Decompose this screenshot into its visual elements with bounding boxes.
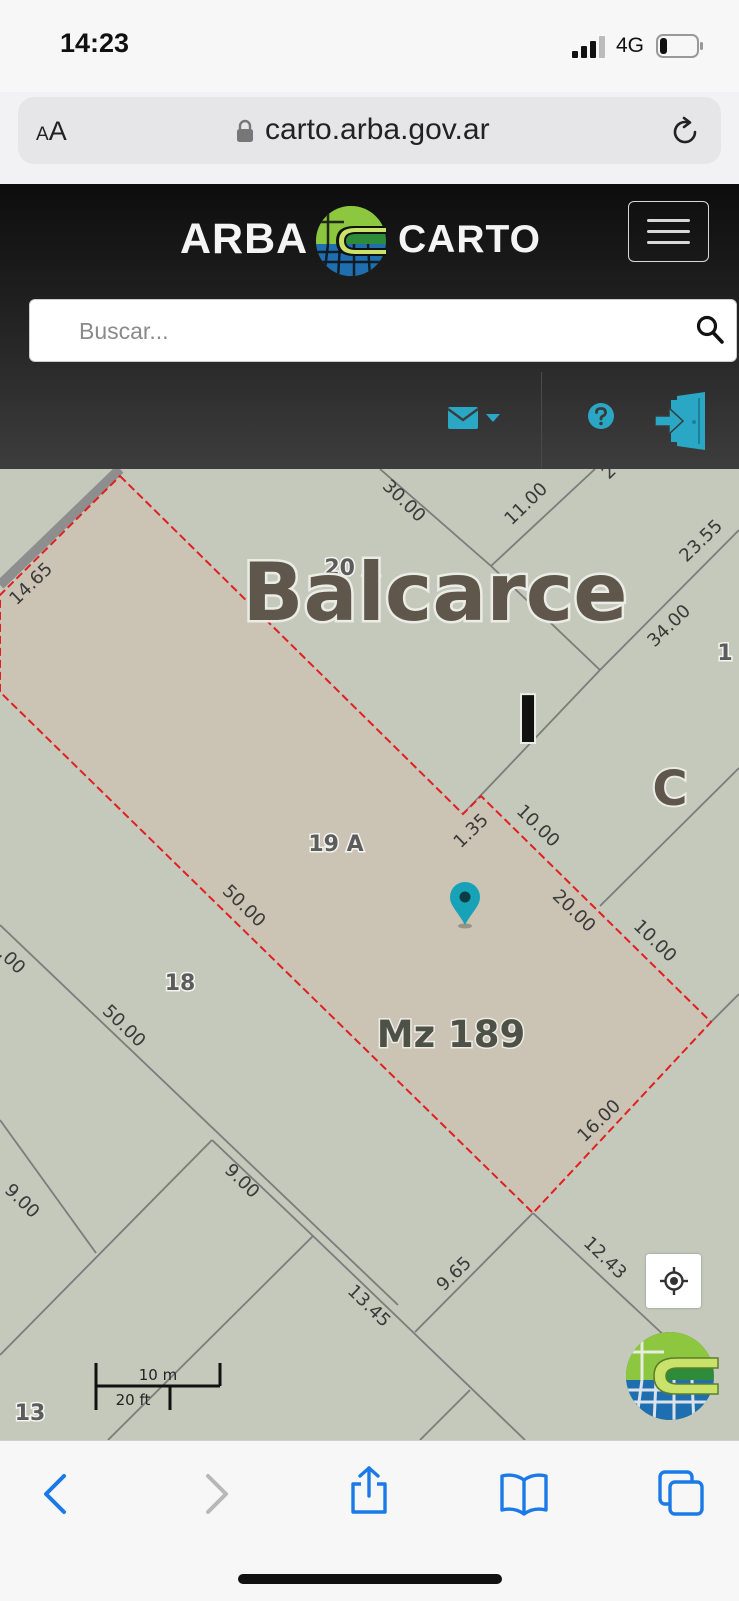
dimension-label: 9.00 <box>220 1160 263 1203</box>
home-indicator <box>238 1574 502 1584</box>
manzana-label: Mz 189 <box>377 1013 525 1056</box>
dimension-label: 9.65 <box>432 1253 475 1296</box>
text-size-button[interactable]: AA <box>36 116 67 147</box>
locate-icon <box>660 1267 688 1295</box>
parcel-label: 1 <box>717 641 732 666</box>
bookmarks-icon[interactable] <box>500 1470 548 1518</box>
mail-icon[interactable] <box>448 404 506 434</box>
logo-text-arba: ARBA <box>180 215 309 263</box>
url-text[interactable]: carto.arba.gov.ar <box>265 113 490 147</box>
partido-label: I <box>516 684 540 758</box>
hamburger-menu-icon[interactable] <box>628 201 709 262</box>
help-icon[interactable] <box>587 402 615 430</box>
arba-logo-icon <box>316 206 386 276</box>
dimension-label: 11.00 <box>500 479 552 530</box>
search-icon[interactable] <box>696 315 724 345</box>
city-label: Balcarce <box>243 546 628 639</box>
back-icon[interactable] <box>32 1470 80 1518</box>
locate-button[interactable] <box>646 1254 701 1308</box>
dimension-label: 2 <box>598 469 621 484</box>
parcel-label: 18 <box>165 971 196 996</box>
dimension-label: 30.00 <box>378 476 430 527</box>
parcel-label: 13 <box>15 1401 46 1426</box>
status-time: 14:23 <box>60 28 130 58</box>
network-type: 4G <box>616 34 645 57</box>
seccion-label: C <box>652 761 687 817</box>
reload-icon[interactable] <box>668 115 702 149</box>
login-door-icon[interactable] <box>655 392 711 450</box>
tabs-icon[interactable] <box>658 1470 706 1518</box>
map-view[interactable]: 30.00 11.00 23.55 14.65 34.00 1.35 10.00… <box>0 469 739 1440</box>
parcel-label: 19 A <box>308 832 363 857</box>
battery-icon <box>656 34 703 58</box>
signal-icon <box>572 36 605 58</box>
dimension-label: 34.00 <box>643 601 695 652</box>
text-size-large-label: A <box>48 116 67 146</box>
forward-icon[interactable] <box>192 1470 240 1518</box>
lock-icon <box>237 119 253 142</box>
dimension-label: 23.55 <box>675 516 727 567</box>
header-divider <box>541 372 542 468</box>
dimension-label: 9.00 <box>0 1180 43 1223</box>
text-size-small-label: A <box>36 124 49 145</box>
map-canvas[interactable]: 30.00 11.00 23.55 14.65 34.00 1.35 10.00… <box>0 469 739 1440</box>
share-icon[interactable] <box>345 1466 393 1514</box>
logo-text-carto: CARTO <box>398 218 541 261</box>
scale-metric: 10 m <box>139 1366 177 1384</box>
search-input[interactable] <box>79 311 669 351</box>
scale-imperial: 20 ft <box>116 1391 151 1409</box>
arba-map-logo-icon <box>626 1332 719 1420</box>
dimension-label: 12.43 <box>579 1233 631 1284</box>
scale-bar: 10 m 20 ft <box>94 1363 222 1410</box>
